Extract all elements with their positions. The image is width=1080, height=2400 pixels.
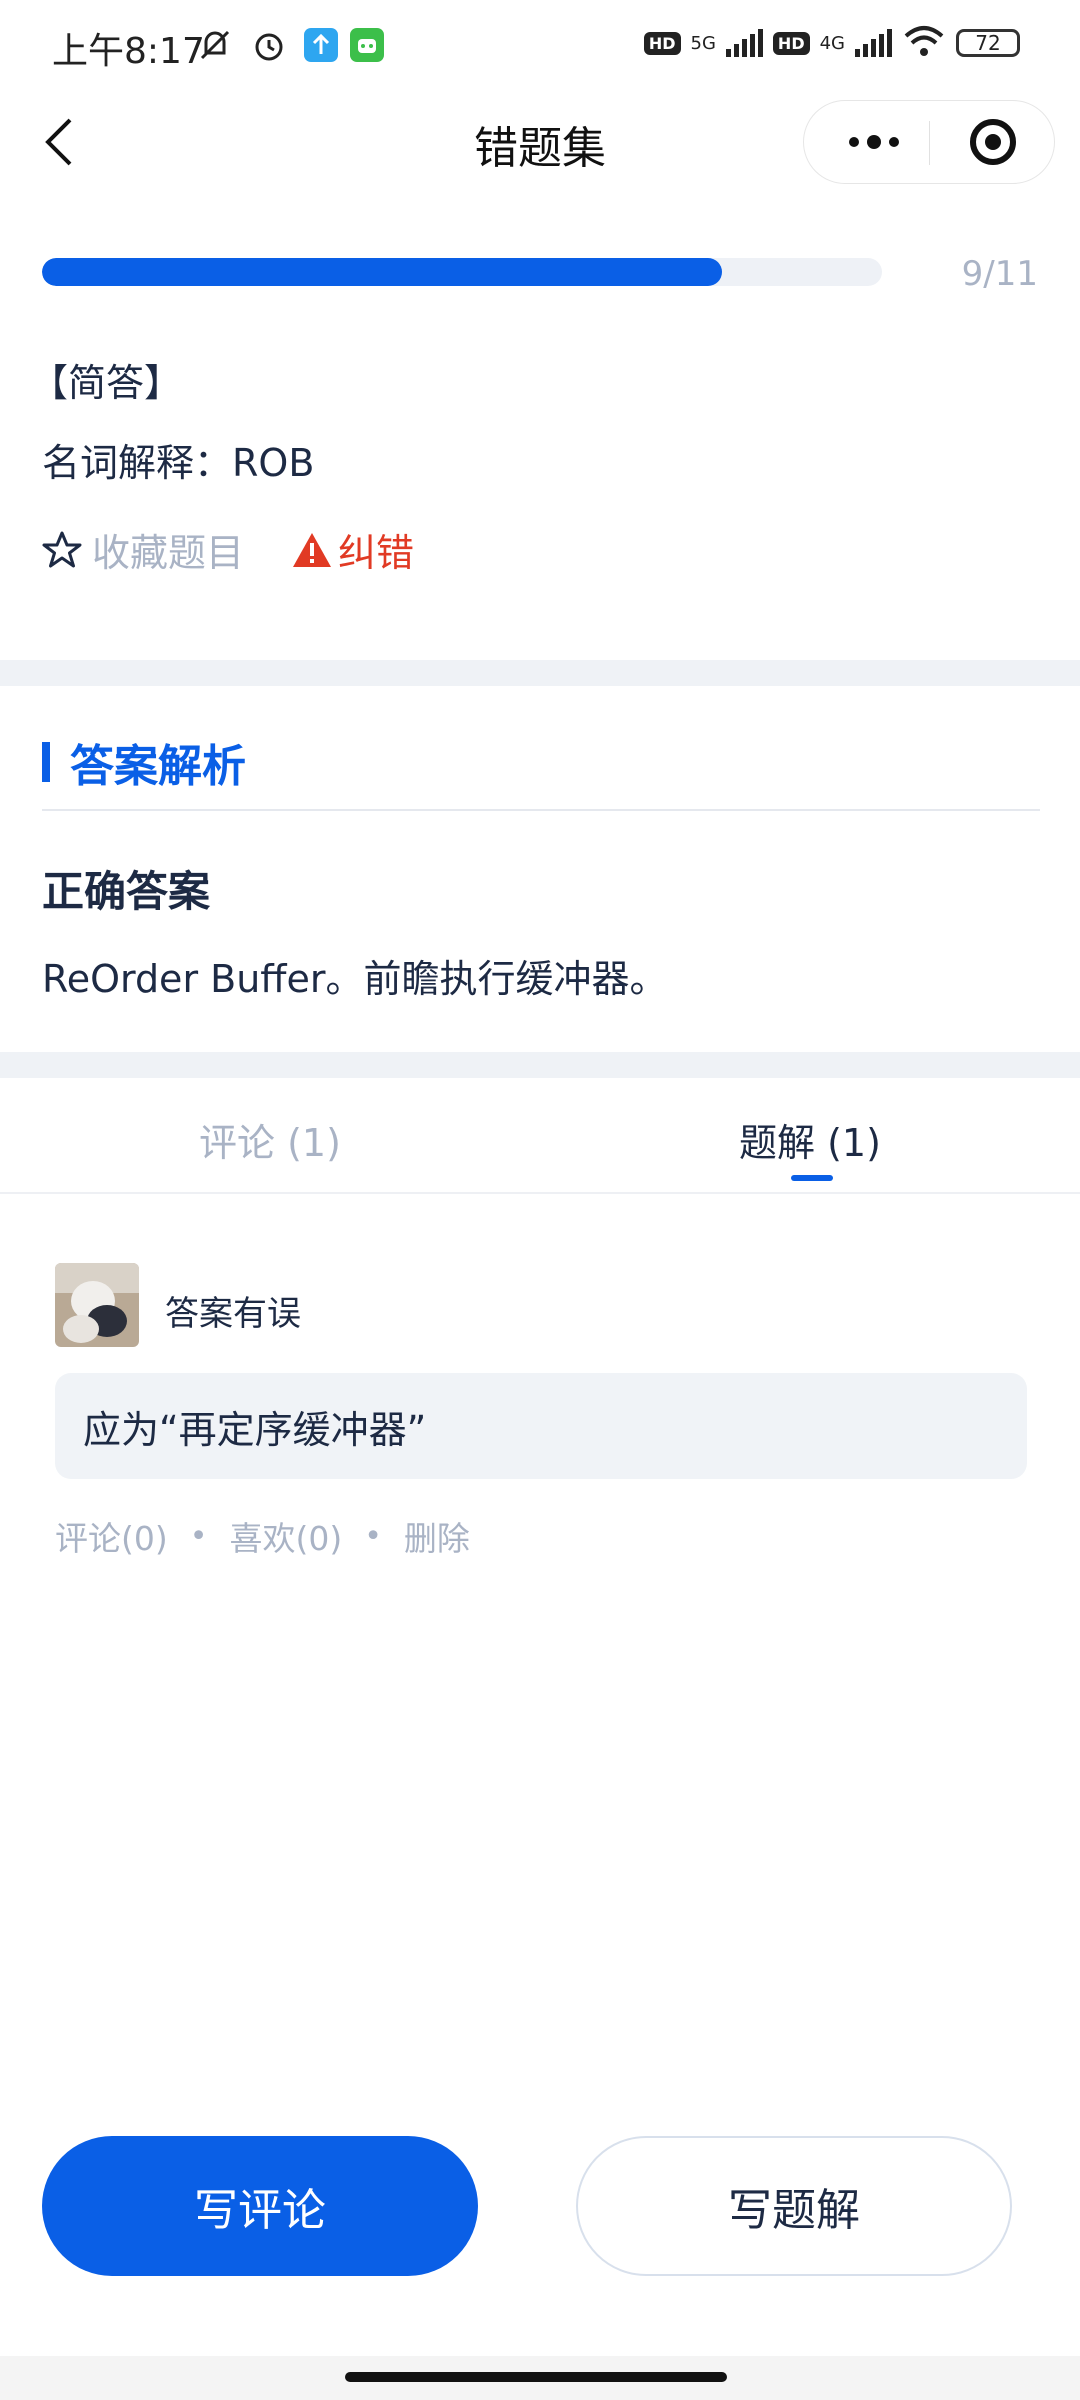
close-mini-program-button[interactable]: [970, 119, 1016, 165]
mini-program-capsule: [803, 100, 1055, 184]
progress-fill: [42, 258, 723, 286]
question-type: 【简答】: [30, 361, 183, 405]
question-actions: 收藏题目 纠错: [42, 522, 414, 577]
hd-badge: HD: [772, 31, 810, 55]
target-icon: [985, 134, 1001, 150]
tab-comments[interactable]: 评论 (1): [0, 1112, 540, 1167]
mute-icon: [196, 26, 234, 64]
report-error-label: 纠错: [338, 531, 415, 575]
correct-answer-label: 正确答案: [42, 867, 211, 916]
chevron-left-icon: [45, 118, 72, 166]
signal-icon: [725, 29, 763, 57]
write-comment-button[interactable]: 写评论: [42, 2136, 478, 2276]
section-separator: [0, 1052, 1080, 1078]
solution-delete-button[interactable]: 删除: [404, 1512, 470, 1560]
network-5g: 5G: [690, 32, 716, 54]
progress-count: 9/11: [961, 254, 1038, 294]
hd-badge: HD: [643, 31, 681, 55]
warning-icon: [293, 532, 332, 567]
correct-answer-text: ReOrder Buffer。前瞻执行缓冲器。: [42, 957, 668, 1001]
favorite-label: 收藏题目: [92, 531, 245, 575]
active-tab-indicator: [791, 1175, 833, 1181]
more-button[interactable]: [834, 101, 914, 183]
favorite-button[interactable]: 收藏题目: [42, 522, 244, 577]
home-indicator[interactable]: [345, 2372, 727, 2382]
section-accent-bar: [42, 742, 50, 782]
answer-section-title: 答案解析: [70, 741, 246, 792]
signal-icon: [855, 29, 892, 57]
divider: [42, 809, 1040, 811]
solution-comments-link[interactable]: 评论(0): [55, 1512, 168, 1560]
status-right: HD 5G HD 4G 72: [643, 24, 1020, 62]
report-error-button[interactable]: 纠错: [292, 522, 414, 577]
meta-separator: •: [189, 1518, 208, 1554]
solution-like-button[interactable]: 喜欢(0): [229, 1512, 342, 1560]
battery-icon: 72: [956, 29, 1020, 57]
star-icon: [42, 531, 82, 567]
write-solution-button[interactable]: 写题解: [576, 2136, 1012, 2276]
question-text: 名词解释：ROB: [42, 441, 315, 485]
solution-body: 应为“再定序缓冲器”: [55, 1373, 1027, 1479]
section-separator: [0, 660, 1080, 686]
capsule-divider: [929, 121, 930, 165]
meta-separator: •: [364, 1518, 382, 1554]
answer-section-header: 答案解析: [42, 730, 246, 794]
tabs-divider: [0, 1192, 1080, 1194]
upload-app-icon: [302, 26, 340, 64]
alarm-icon: [250, 26, 288, 64]
back-button[interactable]: [40, 112, 80, 172]
status-time: 上午8:17: [52, 31, 205, 72]
status-bar: 上午8:17 HD 5G HD 4G 72: [0, 0, 1080, 90]
network-4g: 4G: [819, 32, 845, 54]
progress-bar: [42, 258, 882, 286]
avatar[interactable]: [55, 1263, 139, 1347]
robot-app-icon: [348, 26, 386, 64]
tab-solutions[interactable]: 题解 (1): [540, 1112, 1080, 1167]
solution-title: 答案有误: [165, 1294, 301, 1334]
solution-meta: 评论(0) • 喜欢(0) • 删除: [55, 1512, 470, 1560]
wifi-icon: [902, 24, 946, 62]
